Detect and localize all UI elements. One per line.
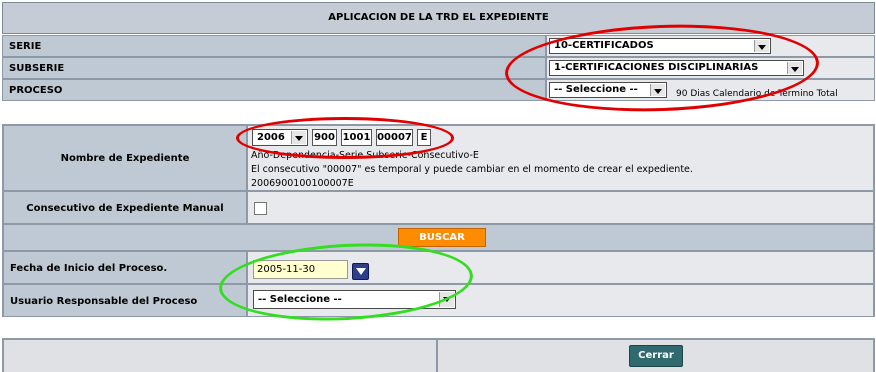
serie-label: SERIE (9, 41, 42, 52)
manual-checkbox[interactable] (254, 202, 267, 215)
footer-left-cell (3, 339, 437, 372)
serie-label-cell: SERIE (2, 35, 546, 57)
nombre-label-cell: Nombre de Expediente (3, 125, 247, 191)
manual-value-cell (247, 191, 874, 224)
subserie-label: SUBSERIE (9, 63, 65, 74)
manual-label-cell: Consecutivo de Expediente Manual (3, 191, 247, 224)
usuario-label: Usuario Responsable del Proceso (10, 296, 198, 307)
buscar-row: BUSCAR (3, 224, 874, 251)
cerrar-button[interactable]: Cerrar (629, 345, 683, 367)
full-number: 2006900100100007E (251, 178, 354, 189)
manual-label: Consecutivo de Expediente Manual (26, 203, 224, 214)
proceso-label-cell: PROCESO (2, 79, 546, 101)
footer-right-cell: Cerrar (437, 339, 874, 372)
red-annotation-circle (236, 117, 454, 159)
temp-note: El consecutivo "00007" es temporal y pue… (251, 164, 693, 175)
nombre-expediente-label: Nombre de Expediente (60, 153, 190, 164)
fecha-label-cell: Fecha de Inicio del Proceso. (3, 251, 247, 284)
subserie-label-cell: SUBSERIE (2, 57, 546, 79)
buscar-button[interactable]: BUSCAR (398, 228, 486, 247)
fecha-label: Fecha de Inicio del Proceso. (10, 263, 168, 274)
usuario-label-cell: Usuario Responsable del Proceso (3, 284, 247, 317)
proceso-label: PROCESO (9, 85, 63, 96)
